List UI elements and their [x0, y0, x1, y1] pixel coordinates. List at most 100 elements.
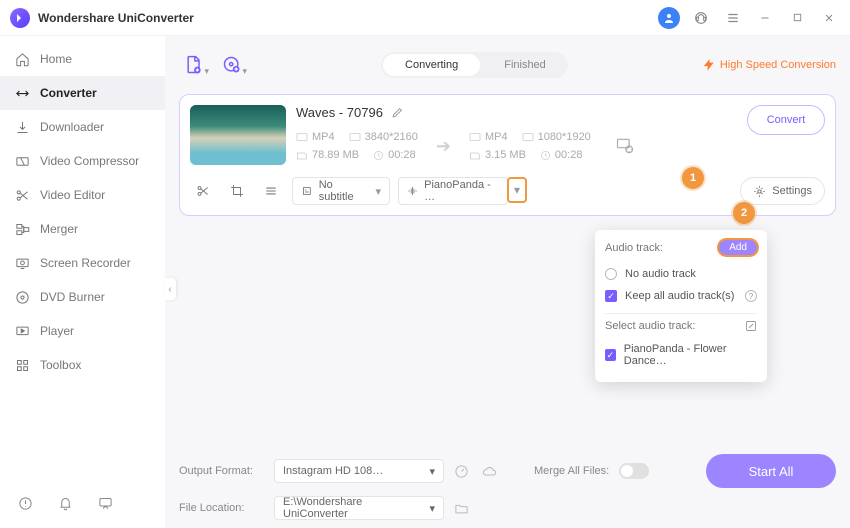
trim-icon[interactable] — [190, 180, 216, 202]
info-icon[interactable]: ? — [745, 290, 757, 302]
crop-icon[interactable] — [224, 180, 250, 202]
src-resolution: 3840*2160 — [349, 131, 418, 143]
settings-button[interactable]: Settings — [740, 177, 825, 205]
effects-icon[interactable] — [258, 180, 284, 202]
settings-label: Settings — [772, 185, 812, 197]
tab-segment: Converting Finished — [381, 52, 568, 78]
sidebar-item-toolbox[interactable]: Toolbox — [0, 348, 165, 382]
dst-format: MP4 — [469, 131, 508, 143]
merge-icon — [14, 221, 30, 237]
grid-icon — [14, 357, 30, 373]
high-speed-toggle[interactable]: High Speed Conversion — [702, 58, 836, 72]
sidebar-label: Home — [40, 52, 72, 66]
checkbox-icon: ✓ — [605, 290, 617, 302]
hsc-label: High Speed Conversion — [720, 59, 836, 71]
menu-icon[interactable] — [722, 7, 744, 29]
app-title: Wondershare UniConverter — [38, 11, 194, 25]
user-avatar[interactable] — [658, 7, 680, 29]
video-thumbnail[interactable] — [190, 105, 286, 165]
sidebar-item-converter[interactable]: Converter — [0, 76, 165, 110]
play-icon — [14, 323, 30, 339]
popup-header: Audio track: — [605, 242, 663, 254]
sidebar-item-player[interactable]: Player — [0, 314, 165, 348]
sidebar-item-dvd[interactable]: DVD Burner — [0, 280, 165, 314]
subtitle-value: No subtitle — [319, 179, 370, 203]
checkbox-icon: ✓ — [605, 349, 616, 361]
close-button[interactable] — [818, 7, 840, 29]
support-icon[interactable] — [690, 7, 712, 29]
sidebar-item-home[interactable]: Home — [0, 42, 165, 76]
dst-size: 3.15 MB — [469, 149, 526, 161]
track-option-1[interactable]: ✓PianoPanda - Flower Dance… — [605, 338, 757, 372]
audio-dropdown-caret[interactable]: ▾ — [507, 177, 527, 203]
tab-converting[interactable]: Converting — [383, 54, 480, 76]
main-panel: ▾ ▾ Converting Finished High Speed Conve… — [165, 36, 850, 528]
output-settings-icon[interactable] — [609, 130, 641, 162]
scissors-icon — [14, 187, 30, 203]
record-icon — [14, 255, 30, 271]
sidebar-item-merger[interactable]: Merger — [0, 212, 165, 246]
sidebar-item-compressor[interactable]: Video Compressor — [0, 144, 165, 178]
file-location-select[interactable]: E:\Wondershare UniConverter▾ — [274, 496, 444, 520]
merge-label: Merge All Files: — [534, 465, 609, 477]
file-card: Waves - 70796 MP4 3840*2160 78.89 MB 00:… — [179, 94, 836, 216]
no-audio-option[interactable]: No audio track — [605, 263, 757, 285]
arrow-icon: ➔ — [436, 136, 451, 157]
compress-icon — [14, 153, 30, 169]
edit-tracks-icon[interactable] — [745, 320, 757, 332]
start-all-button[interactable]: Start All — [706, 454, 836, 488]
src-size: 78.89 MB — [296, 149, 359, 161]
app-logo — [10, 8, 30, 28]
callout-1: 1 — [682, 167, 704, 189]
sidebar-label: Converter — [40, 86, 97, 100]
bell-icon[interactable] — [54, 492, 76, 514]
src-duration: 00:28 — [373, 149, 416, 161]
rename-icon[interactable] — [391, 106, 404, 119]
speed-icon[interactable] — [454, 464, 472, 479]
sidebar-label: DVD Burner — [40, 290, 105, 304]
converter-icon — [14, 85, 30, 101]
minimize-button[interactable] — [754, 7, 776, 29]
convert-button[interactable]: Convert — [747, 105, 825, 135]
add-file-button[interactable]: ▾ — [179, 50, 209, 80]
sidebar: Home Converter Downloader Video Compress… — [0, 36, 165, 528]
file-location-label: File Location: — [179, 502, 264, 514]
merge-toggle[interactable] — [619, 463, 649, 479]
subtitle-dropdown[interactable]: No subtitle▾ — [292, 177, 390, 205]
download-icon — [14, 119, 30, 135]
folder-open-icon[interactable] — [454, 502, 472, 515]
audio-dropdown[interactable]: PianoPanda - … — [398, 177, 508, 205]
dst-resolution: 1080*1920 — [522, 131, 591, 143]
select-track-header: Select audio track: — [605, 320, 696, 332]
audio-value: PianoPanda - … — [424, 179, 499, 203]
add-audio-button[interactable]: Add — [719, 240, 757, 255]
feedback-icon[interactable] — [94, 492, 116, 514]
home-icon — [14, 51, 30, 67]
no-audio-label: No audio track — [625, 268, 696, 280]
output-format-label: Output Format: — [179, 465, 264, 477]
sidebar-item-downloader[interactable]: Downloader — [0, 110, 165, 144]
file-location-value: E:\Wondershare UniConverter — [283, 496, 429, 520]
sidebar-label: Merger — [40, 222, 78, 236]
titlebar: Wondershare UniConverter — [0, 0, 850, 36]
cloud-icon[interactable] — [482, 464, 500, 478]
collapse-sidebar-button[interactable]: ‹ — [164, 278, 176, 300]
audio-track-popup: Audio track: Add No audio track ✓Keep al… — [595, 230, 767, 382]
add-disc-button[interactable]: ▾ — [217, 50, 247, 80]
dst-duration: 00:28 — [540, 149, 583, 161]
sidebar-item-editor[interactable]: Video Editor — [0, 178, 165, 212]
radio-icon — [605, 268, 617, 280]
error-log-icon[interactable] — [14, 492, 36, 514]
keep-all-option[interactable]: ✓Keep all audio track(s)? — [605, 285, 757, 307]
disc-icon — [14, 289, 30, 305]
callout-2: 2 — [733, 202, 755, 224]
src-format: MP4 — [296, 131, 335, 143]
maximize-button[interactable] — [786, 7, 808, 29]
sidebar-label: Video Compressor — [40, 154, 139, 168]
sidebar-item-recorder[interactable]: Screen Recorder — [0, 246, 165, 280]
output-format-value: Instagram HD 108… — [283, 465, 383, 477]
file-name: Waves - 70796 — [296, 105, 383, 120]
sidebar-label: Screen Recorder — [40, 256, 131, 270]
output-format-select[interactable]: Instagram HD 108…▾ — [274, 459, 444, 483]
tab-finished[interactable]: Finished — [482, 52, 568, 78]
